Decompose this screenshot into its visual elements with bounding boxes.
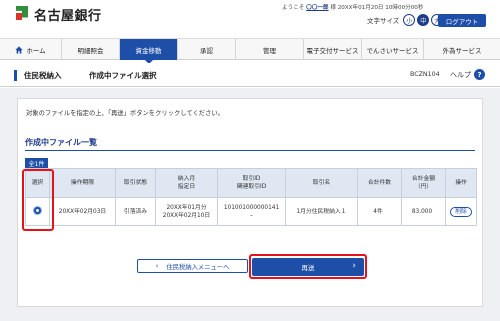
action-cell: 削除 (445, 197, 477, 226)
transaction-id: 101001000000141 (223, 204, 280, 211)
nav-item-forex[interactable]: 外為サービス (424, 39, 500, 60)
user-name-link[interactable]: 〇〇一郎 (306, 5, 328, 11)
month-date-cell: 20XX年01月分 20XX年02月10日 (155, 197, 218, 226)
column-header-status: 取引状態 (115, 168, 156, 198)
total-count-cell: 4件 (357, 197, 402, 226)
column-header-total-amount: 合計金額 （円） (401, 168, 446, 198)
nav-item-e-delivery[interactable]: 電子交付サービス (304, 39, 362, 60)
chevron-left-icon: ‹ (155, 262, 159, 270)
bank-logo-icon (16, 5, 28, 24)
related-transaction-id: – (250, 212, 253, 219)
transaction-id-cell: 101001000000141 – (217, 197, 286, 226)
app-header: 名古屋銀行 ようこそ 〇〇一郎 様 20XX年01月20日 10時00分00秒 … (0, 0, 500, 34)
delete-button[interactable]: 削除 (450, 206, 472, 217)
back-button-label: 住民税納入メニューへ (166, 263, 230, 271)
screen-id: BCZN104 (410, 71, 440, 78)
back-to-menu-button[interactable]: ‹ 住民税納入メニューへ (137, 259, 248, 273)
bank-name: 名古屋銀行 (34, 9, 102, 24)
table-header-row: 選択 操作期限 取引状態 納入月 指定日 取引ID 関連取引ID 取引名 合計件… (25, 168, 477, 198)
logout-button[interactable]: ログアウト (438, 14, 486, 27)
instruction-text: 対象のファイルを指定の上、「再送」ボタンをクリックしてください。 (26, 110, 224, 117)
payment-month: 20XX年01月分 (166, 204, 207, 211)
nav-item-approval[interactable]: 承認 (178, 39, 236, 60)
font-size-small-button[interactable]: 小 (403, 14, 416, 26)
transaction-name-cell: 1月分住民税納入１ (285, 197, 358, 226)
total-amount-cell: 83,000 (401, 197, 446, 226)
page-title: 作成中ファイル選択 (89, 71, 157, 80)
column-header-deadline: 操作期限 (49, 168, 116, 198)
login-datetime: 様 20XX年01月20日 10時00分00秒 (330, 5, 424, 11)
global-nav: ホーム 明細照会 資金移動 承認 管理 電子交付サービス でんさいサービス 外為… (0, 38, 500, 64)
resend-highlight (249, 254, 367, 279)
font-size-switcher: 文字サイズ 小 中 大 (367, 14, 445, 26)
record-count-badge: 全1件 (25, 158, 48, 168)
bank-logo[interactable]: 名古屋銀行 (16, 5, 102, 24)
nav-item-statement[interactable]: 明細照会 (62, 39, 120, 60)
page-titlebar: 住民税納入 作成中ファイル選択 BCZN104 ヘルプ ? (0, 63, 500, 87)
home-icon (15, 45, 23, 54)
help-label: ヘルプ (450, 70, 471, 79)
page-category: 住民税納入 (24, 71, 62, 80)
nav-item-admin[interactable]: 管理 (236, 39, 304, 60)
section-divider (25, 150, 475, 151)
selection-highlight (22, 169, 54, 231)
nav-item-densai[interactable]: でんさいサービス (362, 39, 424, 60)
section-title: 作成中ファイル一覧 (25, 138, 97, 147)
nav-item-transfer[interactable]: 資金移動 (120, 39, 178, 64)
user-greeting: ようこそ (282, 5, 305, 11)
status-cell: 引落済み (115, 197, 156, 226)
column-header-action: 操作 (445, 168, 477, 198)
column-header-transaction-id: 取引ID 関連取引ID (217, 168, 286, 198)
file-list-table: 選択 操作期限 取引状態 納入月 指定日 取引ID 関連取引ID 取引名 合計件… (25, 168, 477, 226)
font-size-medium-button[interactable]: 中 (417, 14, 430, 26)
column-header-transaction-name: 取引名 (285, 168, 358, 198)
font-size-label: 文字サイズ (367, 17, 400, 25)
deadline-cell: 20XX年02月03日 (49, 197, 116, 226)
column-header-total-count: 合計件数 (357, 168, 402, 198)
help-icon: ? (474, 69, 485, 80)
column-header-month-date: 納入月 指定日 (155, 168, 218, 198)
title-accent-bar (14, 70, 17, 81)
user-status-line: ようこそ 〇〇一郎 様 20XX年01月20日 10時00分00秒 (282, 3, 423, 11)
nav-item-label: ホーム (26, 46, 46, 55)
table-row: 20XX年02月03日 引落済み 20XX年01月分 20XX年02月10日 1… (25, 197, 477, 226)
nav-item-home[interactable]: ホーム (0, 39, 62, 60)
designated-date: 20XX年02月10日 (162, 212, 211, 219)
help-link[interactable]: ヘルプ ? (450, 69, 485, 80)
